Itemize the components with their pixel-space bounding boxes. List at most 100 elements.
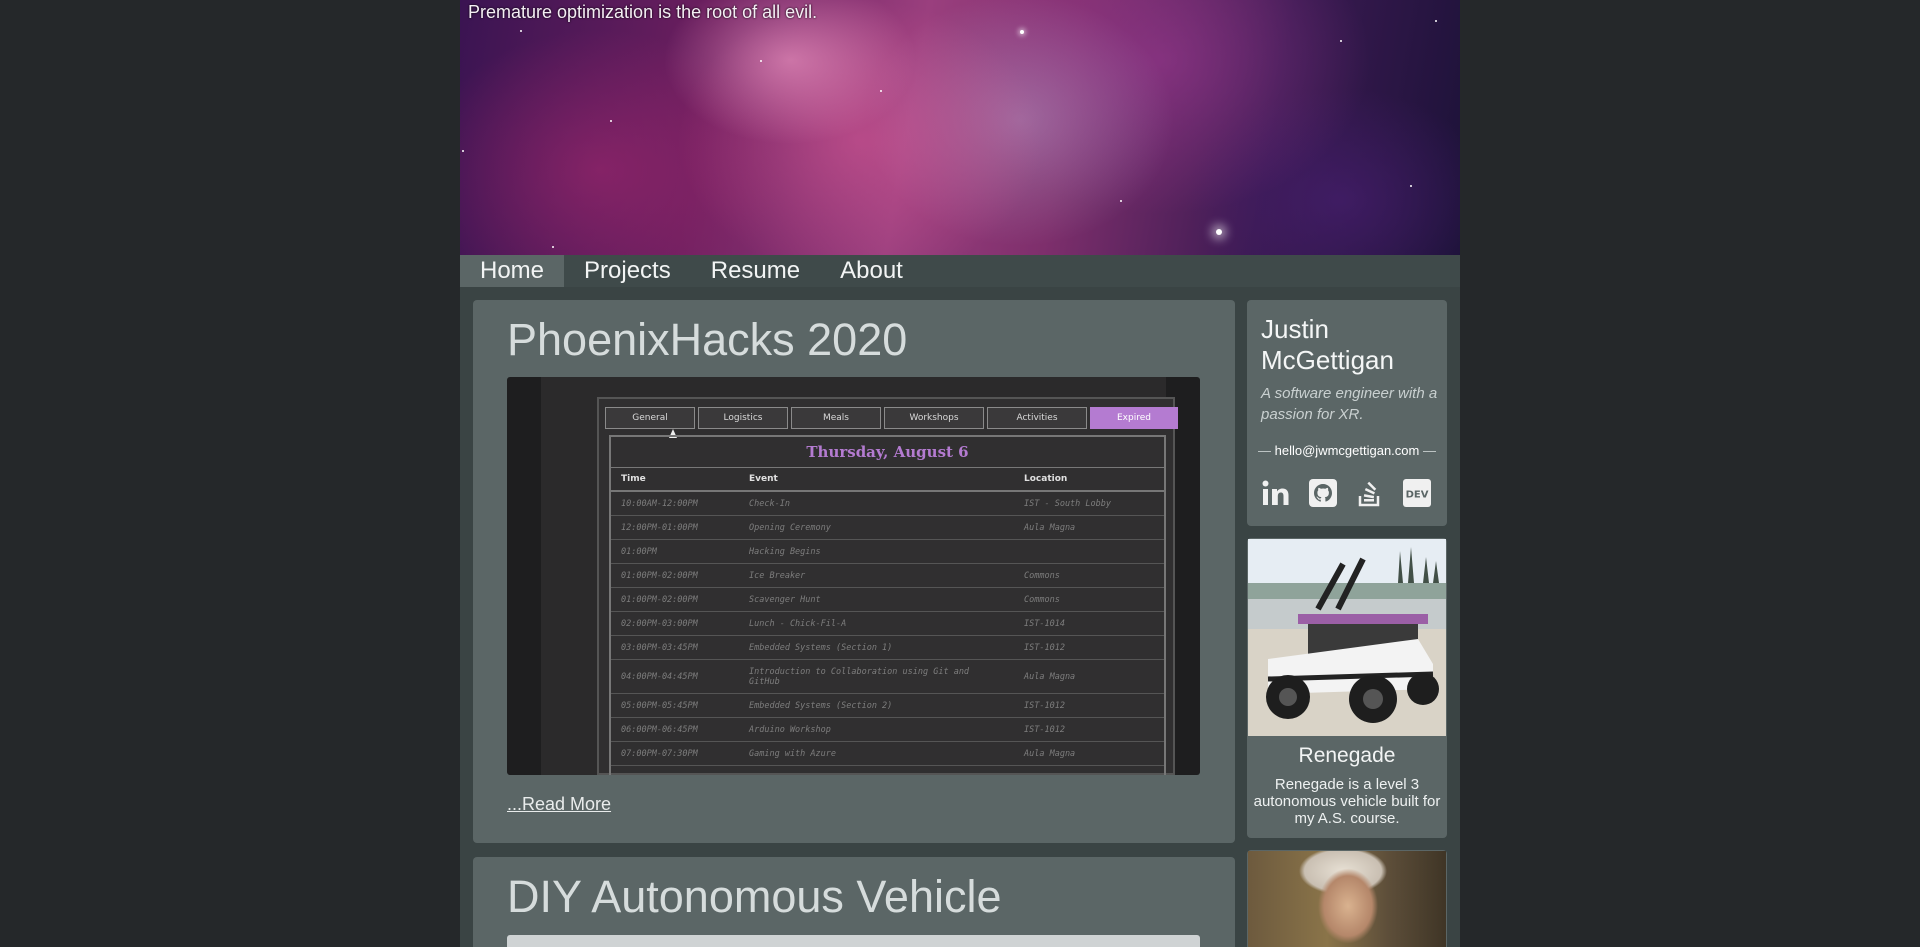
row-location: Commons <box>1024 594 1060 605</box>
row-event: Scavenger Hunt <box>749 594 821 605</box>
star-decoration <box>610 120 612 122</box>
profile-card: Justin McGettigan A software engineer wi… <box>1247 300 1447 526</box>
header-event: Event <box>749 474 778 484</box>
schedule-row: 07:00PM-07:30PM Gaming with Azure Aula M… <box>611 742 1164 766</box>
header-location: Location <box>1024 474 1068 484</box>
row-event: Embedded Systems (Section 1) <box>749 642 893 653</box>
post-title[interactable]: PhoenixHacks 2020 <box>507 314 907 366</box>
tab-general: General <box>605 407 695 429</box>
schedule-row: 06:00PM-06:45PM Arduino Workshop IST-101… <box>611 718 1164 742</box>
row-location: Aula Magna <box>1024 671 1076 682</box>
row-time: 06:00PM-06:45PM <box>621 724 698 735</box>
row-time: 12:00PM-01:00PM <box>621 522 698 533</box>
row-event: Check-In <box>749 498 790 509</box>
tab-workshops: Workshops <box>884 407 984 429</box>
row-event: Arduino Workshop <box>749 724 831 735</box>
row-event: Embedded Systems (Section 2) <box>749 700 893 711</box>
star-decoration <box>552 246 554 248</box>
star-decoration <box>760 60 762 62</box>
nav-projects[interactable]: Projects <box>564 255 691 287</box>
project-card[interactable] <box>1247 850 1447 947</box>
row-time: 10:00AM-12:00PM <box>621 498 698 509</box>
nav-home[interactable]: Home <box>460 255 565 287</box>
post-card: DIY Autonomous Vehicle <box>473 857 1235 947</box>
site-tagline: Premature optimization is the root of al… <box>468 2 818 22</box>
row-time: 01:00PM-02:00PM <box>621 594 698 605</box>
star-decoration <box>520 30 522 32</box>
schedule-table: Thursday, August 6 Time Event Location 1… <box>609 435 1166 775</box>
project-title: Renegade <box>1298 744 1396 767</box>
post-image[interactable] <box>507 935 1200 947</box>
nav-about[interactable]: About <box>820 255 923 287</box>
row-location: IST-1012 <box>1024 724 1065 735</box>
tab-activities: Activities <box>987 407 1087 429</box>
row-time: 02:00PM-03:00PM <box>621 618 698 629</box>
dev-icon[interactable]: DEV <box>1402 478 1432 508</box>
row-event: Hacking Begins <box>749 546 821 557</box>
star-decoration <box>1435 20 1437 22</box>
project-image[interactable] <box>1248 851 1446 947</box>
star-decoration <box>880 90 882 92</box>
tab-meals: Meals <box>791 407 881 429</box>
schedule-panel: General Logistics Meals Workshops Activi… <box>597 397 1178 775</box>
row-time: 01:00PM <box>621 546 657 557</box>
row-event: Ice Breaker <box>749 570 806 581</box>
profile-bio: A software engineer with a passion for X… <box>1261 385 1438 423</box>
row-time: 05:00PM-05:45PM <box>621 700 698 711</box>
row-event: Opening Ceremony <box>749 522 831 533</box>
schedule-row: 12:00PM-01:00PM Opening Ceremony Aula Ma… <box>611 516 1164 540</box>
row-location: IST-1014 <box>1024 618 1065 629</box>
schedule-row: 02:00PM-03:00PM Lunch - Chick-Fil-A IST-… <box>611 612 1164 636</box>
row-time: 07:00PM-07:30PM <box>621 748 698 759</box>
schedule-row: 05:00PM-05:45PM Embedded Systems (Sectio… <box>611 694 1164 718</box>
linkedin-icon[interactable] <box>1261 478 1291 508</box>
project-card[interactable]: Renegade Renegade is a level 3 autonomou… <box>1247 538 1447 838</box>
row-location: Aula Magna <box>1024 748 1076 759</box>
row-location: IST - South Lobby <box>1024 498 1111 509</box>
dev-icon-text: DEV <box>1406 490 1429 501</box>
header-time: Time <box>621 474 646 484</box>
star-decoration <box>462 150 464 152</box>
email-text[interactable]: hello@jwmcgettigan.com <box>1275 443 1420 458</box>
row-time: 01:00PM-02:00PM <box>621 570 698 581</box>
post-card: PhoenixHacks 2020 General Logistics Meal… <box>473 300 1235 843</box>
row-location: IST-1012 <box>1024 642 1065 653</box>
star-decoration <box>1410 185 1412 187</box>
schedule-tabs: General Logistics Meals Workshops Activi… <box>605 407 1178 429</box>
read-more-link[interactable]: ...Read More <box>507 794 611 815</box>
schedule-row: 10:00AM-12:00PM Check-In IST - South Lob… <box>611 492 1164 516</box>
email-link[interactable]: — hello@jwmcgettigan.com — <box>1257 443 1437 458</box>
schedule-row: 03:00PM-03:45PM Embedded Systems (Sectio… <box>611 636 1164 660</box>
star-decoration <box>1340 40 1342 42</box>
star-decoration <box>1120 200 1122 202</box>
nav-resume[interactable]: Resume <box>691 255 820 287</box>
tab-expired: Expired <box>1090 407 1178 429</box>
main-nav: Home Projects Resume About <box>460 255 1460 287</box>
screenshot-frame: General Logistics Meals Workshops Activi… <box>541 377 1178 775</box>
row-event: Gaming with Azure <box>749 748 836 759</box>
row-location: IST-1012 <box>1024 700 1065 711</box>
row-location: Aula Magna <box>1024 522 1076 533</box>
schedule-row: 01:00PM-02:00PM Ice Breaker Commons <box>611 564 1164 588</box>
row-event: Lunch - Chick-Fil-A <box>749 618 847 629</box>
post-image[interactable]: General Logistics Meals Workshops Activi… <box>507 377 1200 775</box>
post-title[interactable]: DIY Autonomous Vehicle <box>507 871 1002 923</box>
tab-logistics: Logistics <box>698 407 788 429</box>
social-links: DEV <box>1261 478 1432 508</box>
star-decoration <box>1216 229 1222 235</box>
stackoverflow-icon[interactable] <box>1355 478 1385 508</box>
row-location: Commons <box>1024 570 1060 581</box>
schedule-row: 04:00PM-04:45PM Introduction to Collabor… <box>611 660 1164 694</box>
schedule-header-row: Time Event Location <box>611 468 1164 492</box>
row-event: Introduction to Collaboration using Git … <box>749 666 970 687</box>
project-description: Renegade is a level 3 autonomous vehicle… <box>1253 776 1441 827</box>
row-time: 03:00PM-03:45PM <box>621 642 698 653</box>
profile-name: Justin McGettigan <box>1261 314 1394 375</box>
schedule-row: 01:00PM-02:00PM Scavenger Hunt Commons <box>611 588 1164 612</box>
page: Premature optimization is the root of al… <box>460 0 1460 947</box>
schedule-date: Thursday, August 6 <box>611 437 1164 468</box>
project-image[interactable] <box>1248 539 1446 736</box>
schedule-row: 01:00PM Hacking Begins <box>611 540 1164 564</box>
github-icon[interactable] <box>1308 478 1338 508</box>
row-time: 04:00PM-04:45PM <box>621 671 698 682</box>
